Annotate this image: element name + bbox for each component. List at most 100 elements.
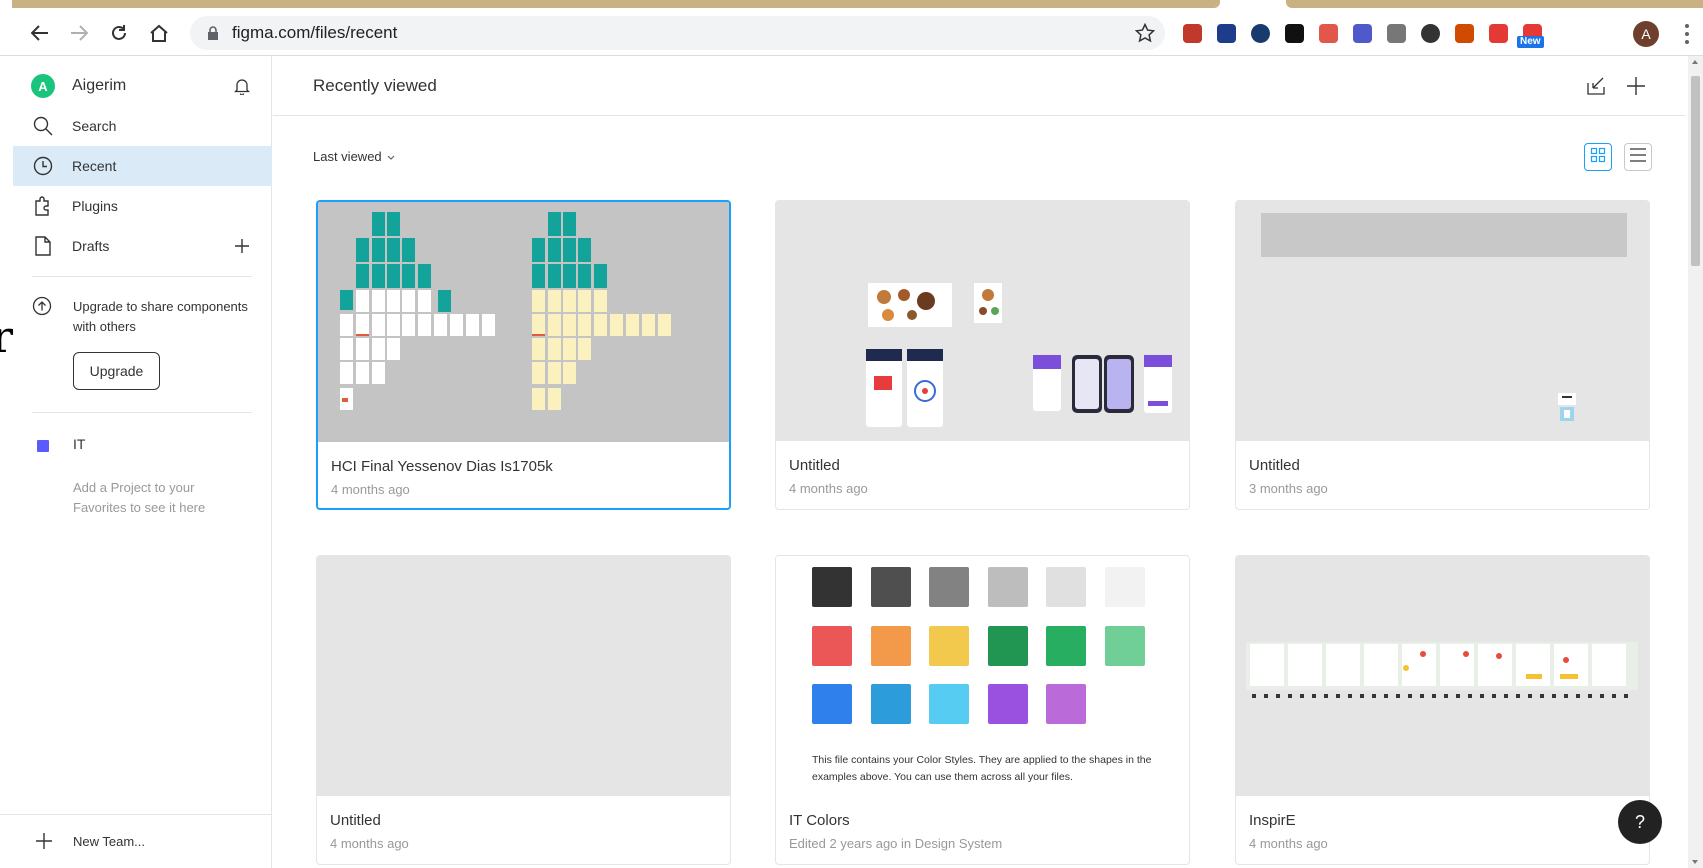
file-thumbnail: [1236, 201, 1649, 441]
sidebar-item-search[interactable]: Search: [13, 106, 272, 146]
sidebar-divider: [32, 276, 252, 277]
teams-extension-icon[interactable]: [1350, 21, 1374, 45]
shield-red-extension-icon[interactable]: [1486, 21, 1510, 45]
sidebar-item-label: Search: [72, 118, 117, 134]
file-card[interactable]: This file contains your Color Styles. Th…: [775, 555, 1190, 865]
address-bar[interactable]: figma.com/files/recent: [190, 16, 1165, 50]
file-thumbnail: [1236, 556, 1649, 796]
color-swatch: [987, 684, 1028, 724]
help-button[interactable]: ?: [1618, 800, 1662, 844]
color-swatch: [1046, 567, 1086, 607]
color-styles-note: This file contains your Color Styles. Th…: [812, 754, 1152, 783]
overlay-glyph: r: [0, 312, 14, 363]
circle-extension-icon[interactable]: [1248, 21, 1272, 45]
file-card[interactable]: HCI Final Yessenov Dias Is1705k 4 months…: [316, 200, 731, 510]
account-menu[interactable]: A Aigerim: [13, 66, 272, 106]
lock-icon: [206, 26, 220, 40]
shield-grey-extension-icon[interactable]: [1384, 21, 1408, 45]
clock-icon: [27, 156, 59, 176]
sidebar-item-label: Plugins: [72, 198, 118, 214]
file-subtitle: 4 months ago: [789, 481, 868, 496]
color-swatch: [812, 684, 852, 724]
sidebar: r A Aigerim Search Recent Plugins Drafts: [0, 56, 272, 868]
document-icon: [27, 236, 59, 256]
screen-cast-extension-icon[interactable]: [1214, 21, 1238, 45]
new-team-button[interactable]: New Team...: [0, 814, 272, 868]
browser-tab[interactable]: [1286, 0, 1703, 8]
pdf-extension-icon[interactable]: [1180, 21, 1204, 45]
file-thumbnail: This file contains your Color Styles. Th…: [776, 556, 1189, 796]
file-title: Untitled: [789, 457, 840, 474]
browser-tab-strip: [0, 0, 1703, 10]
scroll-down-arrow-icon[interactable]: [1692, 860, 1698, 864]
browser-toolbar: figma.com/files/recent New A: [0, 10, 1703, 56]
search-icon: [27, 116, 59, 136]
new-file-plus-icon[interactable]: [1623, 73, 1649, 99]
color-swatch: [1046, 625, 1086, 666]
list-view-button[interactable]: [1624, 143, 1652, 171]
grid-view-button[interactable]: [1584, 143, 1612, 171]
browser-menu-icon[interactable]: [1680, 22, 1694, 46]
sidebar-item-label: Recent: [72, 158, 117, 174]
team-color-square: [37, 440, 49, 452]
bell-icon[interactable]: [233, 77, 251, 100]
sidebar-item-team-it[interactable]: IT: [73, 436, 85, 452]
color-swatch: [987, 567, 1028, 607]
file-card[interactable]: Untitled 4 months ago: [316, 555, 731, 865]
file-title: IT Colors: [789, 812, 850, 829]
scrollbar-thumb[interactable]: [1691, 76, 1700, 266]
new-team-label: New Team...: [73, 834, 146, 849]
upgrade-button[interactable]: Upgrade: [73, 352, 160, 390]
file-card[interactable]: Untitled 4 months ago: [775, 200, 1190, 510]
sidebar-item-plugins[interactable]: Plugins: [13, 186, 272, 226]
file-title: Untitled: [1249, 457, 1300, 474]
eye-extension-icon[interactable]: [1418, 21, 1442, 45]
file-subtitle: Edited 2 years ago in Design System: [789, 836, 1003, 851]
camera-extension-icon[interactable]: [1282, 21, 1306, 45]
bookmark-star-icon[interactable]: [1134, 22, 1156, 48]
sidebar-item-recent[interactable]: Recent: [13, 146, 272, 186]
color-swatch: [929, 625, 969, 666]
page-scrollbar[interactable]: [1688, 56, 1703, 868]
color-swatch: [812, 567, 852, 607]
new-draft-plus-icon[interactable]: [234, 238, 250, 259]
user-avatar: A: [31, 74, 55, 98]
back-arrow-icon[interactable]: [27, 20, 53, 46]
home-icon[interactable]: [146, 20, 172, 46]
network-extension-icon[interactable]: [1316, 21, 1340, 45]
reload-icon[interactable]: [106, 20, 132, 46]
plugin-icon: [27, 196, 59, 216]
file-subtitle: 3 months ago: [1249, 481, 1328, 496]
file-subtitle: 4 months ago: [1249, 836, 1328, 851]
sort-dropdown[interactable]: Last viewed: [313, 149, 395, 164]
file-title: Untitled: [330, 812, 381, 829]
file-card[interactable]: Untitled 3 months ago: [1235, 200, 1650, 510]
color-swatch: [929, 684, 969, 724]
favorites-hint: Add a Project to your Favorites to see i…: [73, 480, 206, 515]
file-card[interactable]: InspirE 4 months ago: [1235, 555, 1650, 865]
sidebar-item-label: Drafts: [72, 238, 110, 254]
color-swatch: [1104, 567, 1145, 607]
browser-tab[interactable]: [12, 0, 1220, 8]
color-swatch: [812, 625, 852, 666]
chevron-down-icon: [387, 149, 395, 164]
sidebar-divider: [32, 412, 252, 413]
main-content: Recently viewed Last viewed HCI Final Ye…: [273, 56, 1685, 868]
list-icon: [1629, 147, 1647, 167]
new-badge: New: [1517, 36, 1544, 48]
sidebar-item-drafts[interactable]: Drafts: [13, 226, 272, 266]
url-text: figma.com/files/recent: [232, 23, 398, 42]
plus-icon: [35, 832, 53, 855]
color-swatch: [1104, 625, 1145, 666]
office-extension-icon[interactable]: [1452, 21, 1476, 45]
main-header: Recently viewed: [273, 56, 1685, 116]
profile-avatar[interactable]: A: [1633, 21, 1659, 47]
file-thumbnail: [318, 202, 729, 442]
user-name: Aigerim: [72, 77, 127, 94]
scroll-up-arrow-icon[interactable]: [1692, 60, 1698, 64]
import-file-icon[interactable]: [1583, 73, 1609, 99]
forward-arrow-icon[interactable]: [66, 20, 92, 46]
headset-extension-icon[interactable]: New: [1517, 21, 1544, 48]
upgrade-arrow-icon: [32, 296, 52, 321]
color-swatch: [870, 684, 911, 724]
